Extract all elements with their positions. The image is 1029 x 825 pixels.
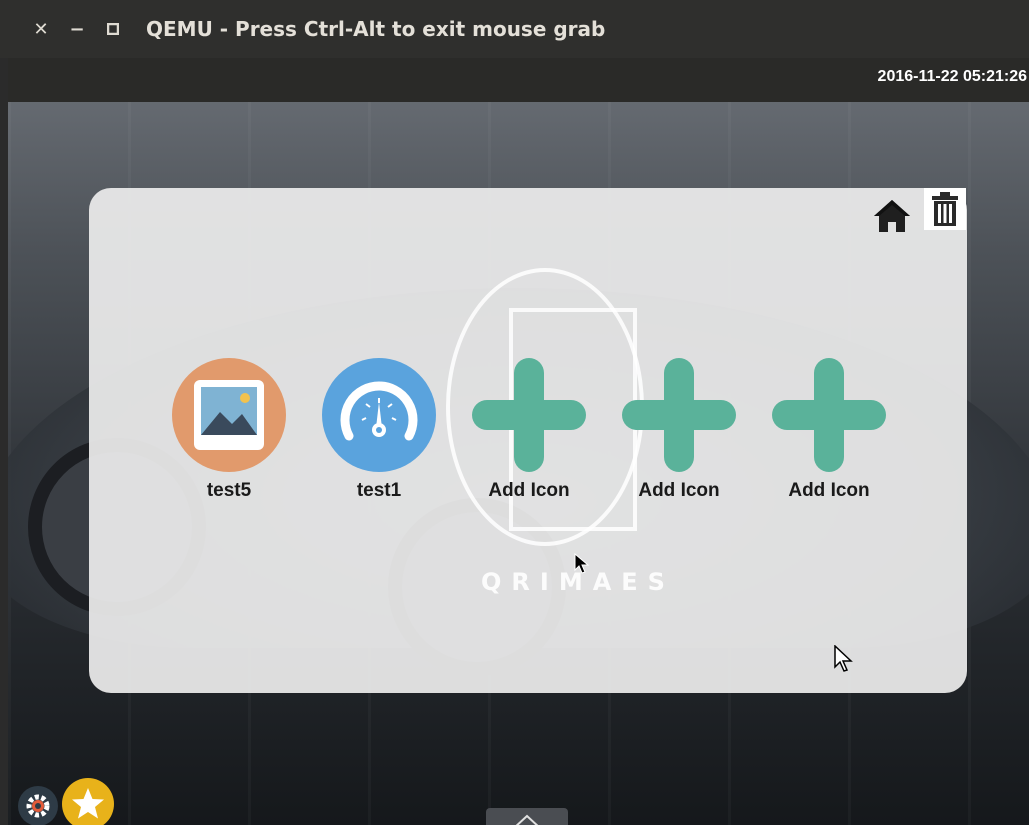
- clock: 2016-11-22 05:21:26: [877, 68, 1027, 85]
- close-icon[interactable]: ✕: [28, 16, 54, 42]
- home-icon[interactable]: [872, 198, 912, 234]
- mouse-cursor-icon: [834, 644, 854, 677]
- add-icon-button[interactable]: Add Icon: [619, 358, 739, 502]
- favorites-star-icon[interactable]: [62, 778, 114, 825]
- add-icon-button[interactable]: Add Icon: [769, 358, 889, 502]
- app-label: test1: [356, 480, 402, 501]
- maximize-icon[interactable]: [100, 16, 126, 42]
- app-label: test5: [206, 480, 252, 501]
- speedometer-icon[interactable]: [322, 358, 436, 472]
- app-label: Add Icon: [638, 480, 720, 501]
- top-bar: 2016-11-22 05:21:26: [8, 58, 1029, 102]
- plus-icon[interactable]: [622, 358, 736, 472]
- app-panel: QRIMAES test5 test1 Add Icon Add Icon Ad…: [89, 188, 967, 693]
- plus-icon[interactable]: [472, 358, 586, 472]
- mouse-cursor-icon: [574, 552, 590, 579]
- add-icon-button[interactable]: Add Icon: [469, 358, 589, 502]
- window-titlebar: ✕ − QEMU - Press Ctrl-Alt to exit mouse …: [0, 0, 1029, 58]
- minimize-icon[interactable]: −: [64, 16, 90, 42]
- app-test5[interactable]: test5: [169, 358, 289, 502]
- guest-screen[interactable]: 2016-11-22 05:21:26 QRIMAES test5 test1 …: [8, 58, 1029, 825]
- window-title: QEMU - Press Ctrl-Alt to exit mouse grab: [146, 17, 606, 41]
- app-label: Add Icon: [788, 480, 870, 501]
- trash-icon[interactable]: [924, 188, 966, 230]
- app-label: Add Icon: [488, 480, 570, 501]
- settings-gear-icon[interactable]: [18, 786, 58, 825]
- plus-icon[interactable]: [772, 358, 886, 472]
- image-icon[interactable]: [172, 358, 286, 472]
- app-test1[interactable]: test1: [319, 358, 439, 502]
- dock-toggle-button[interactable]: [486, 808, 568, 825]
